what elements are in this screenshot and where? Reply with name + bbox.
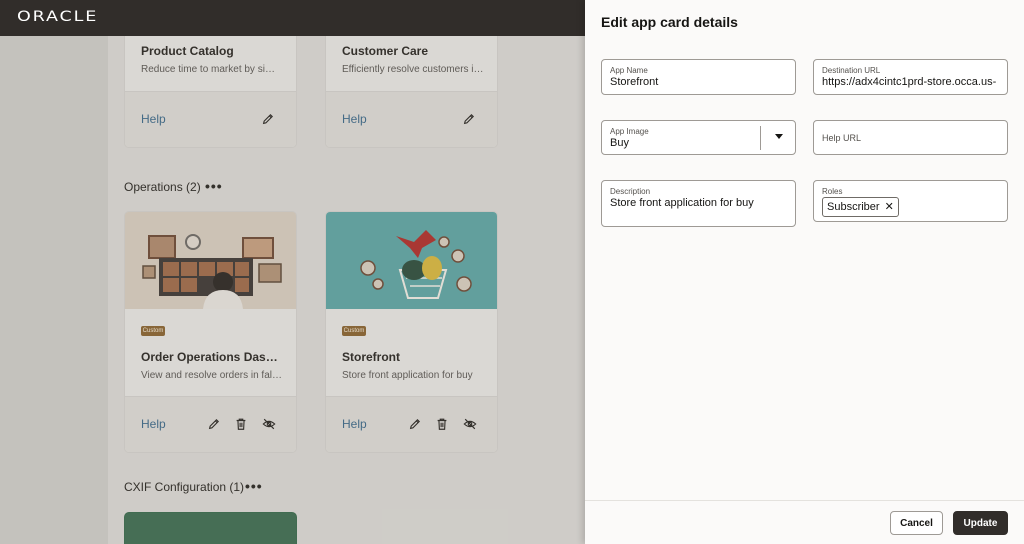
help-url-field[interactable]: Help URL	[813, 120, 1008, 155]
description-field[interactable]: Description Store front application for …	[601, 180, 796, 227]
field-label: Destination URL	[822, 66, 881, 75]
field-label: App Image	[610, 127, 649, 136]
modal-overlay[interactable]	[0, 36, 585, 544]
oracle-logo[interactable]: ORACLE	[17, 9, 98, 25]
roles-field[interactable]: Roles Subscriber ✕	[813, 180, 1008, 222]
field-label: Description	[610, 187, 651, 196]
top-bar: ORACLE	[0, 0, 585, 36]
field-label: App Name	[610, 66, 648, 75]
cancel-button[interactable]: Cancel	[890, 511, 943, 535]
chevron-down-icon[interactable]	[775, 134, 783, 139]
field-label: Roles	[822, 187, 843, 196]
update-button[interactable]: Update	[953, 511, 1008, 535]
app-image-select[interactable]: App Image Buy	[601, 120, 796, 155]
field-value: Buy	[610, 137, 629, 149]
field-value: Storefront	[610, 76, 659, 88]
close-icon[interactable]: ✕	[885, 201, 894, 213]
drawer-title: Edit app card details	[601, 14, 738, 30]
role-chip-label: Subscriber	[827, 201, 880, 213]
background-page: Product Catalog Reduce time to market by…	[0, 36, 585, 544]
field-placeholder: Help URL	[822, 133, 862, 143]
destination-url-field[interactable]: Destination URL https://adx4cintc1prd-st…	[813, 59, 1008, 95]
edit-app-card-drawer: Edit app card details App Name Storefron…	[585, 0, 1024, 544]
role-chip[interactable]: Subscriber ✕	[822, 197, 899, 217]
select-divider	[760, 126, 761, 150]
app-name-field[interactable]: App Name Storefront	[601, 59, 796, 95]
drawer-footer: Cancel Update	[585, 500, 1024, 544]
field-value: Store front application for buy	[610, 197, 754, 209]
field-value: https://adx4cintc1prd-store.occa.us-	[822, 76, 997, 88]
